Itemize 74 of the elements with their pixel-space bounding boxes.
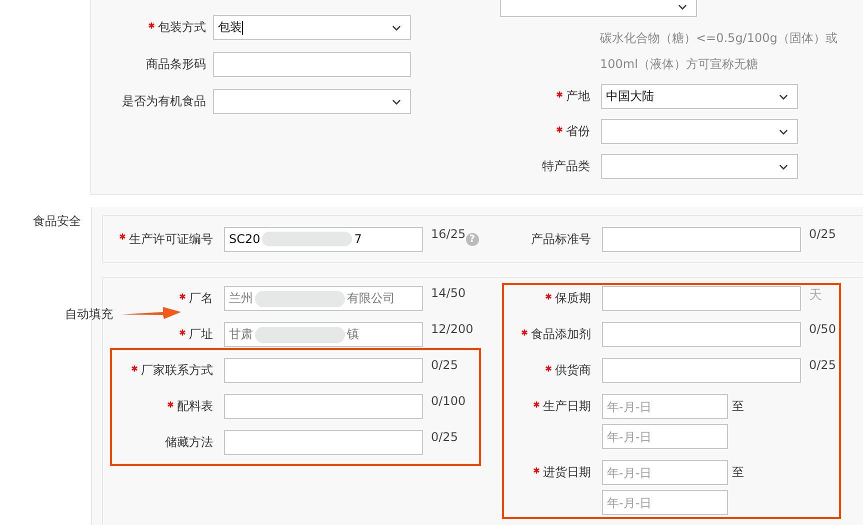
character-counter: 12/200 bbox=[431, 322, 474, 336]
field-label: 进货日期 bbox=[543, 464, 591, 481]
input-field[interactable] bbox=[602, 286, 801, 311]
chevron-down-icon bbox=[392, 25, 401, 31]
range-separator: 至 bbox=[732, 464, 744, 481]
hint-text: 100ml（液体）方可宣称无糖 bbox=[600, 56, 759, 73]
select-field[interactable]: 包装 bbox=[213, 15, 411, 40]
required-icon bbox=[167, 400, 174, 408]
required-icon bbox=[556, 90, 563, 98]
range-separator: 至 bbox=[732, 398, 744, 415]
field-label: 厂名 bbox=[189, 290, 213, 307]
chevron-down-icon bbox=[779, 129, 788, 135]
field-label: 生产许可证编号 bbox=[129, 230, 213, 248]
character-counter: 16/25 bbox=[431, 226, 466, 240]
input-field[interactable] bbox=[602, 226, 801, 252]
character-counter: 0/100 bbox=[431, 394, 466, 408]
field-label: 生产日期 bbox=[543, 398, 591, 415]
input-field[interactable] bbox=[602, 358, 801, 383]
required-icon bbox=[148, 22, 155, 28]
input-field[interactable] bbox=[213, 52, 411, 77]
input-field[interactable]: 兰州 有限公司 bbox=[224, 286, 423, 311]
required-icon bbox=[179, 328, 186, 336]
select-field[interactable]: 中国大陆 bbox=[601, 84, 798, 109]
input-field[interactable] bbox=[224, 358, 423, 383]
field-label: 保质期 bbox=[555, 290, 591, 307]
date-field[interactable]: 年-月-日 bbox=[602, 460, 728, 485]
field-label: 产地 bbox=[566, 88, 590, 105]
field-label: 省份 bbox=[566, 123, 590, 140]
select-field[interactable] bbox=[601, 154, 798, 179]
date-field[interactable]: 年-月-日 bbox=[602, 394, 728, 419]
required-icon bbox=[545, 364, 552, 372]
character-counter: 14/50 bbox=[431, 286, 466, 300]
input-field[interactable]: SC20 7 bbox=[224, 226, 423, 252]
date-field[interactable]: 年-月-日 bbox=[602, 490, 728, 515]
field-label: 产品标准号 bbox=[531, 230, 591, 248]
required-icon bbox=[533, 466, 540, 474]
select-field[interactable] bbox=[601, 119, 798, 144]
field-label: 配料表 bbox=[177, 398, 213, 415]
chevron-down-icon bbox=[392, 99, 401, 105]
character-counter: 0/50 bbox=[809, 322, 836, 336]
date-field[interactable]: 年-月-日 bbox=[602, 424, 728, 449]
chevron-down-icon bbox=[678, 4, 687, 10]
character-counter: 0/25 bbox=[431, 358, 458, 372]
input-field[interactable] bbox=[224, 394, 423, 419]
required-icon bbox=[556, 126, 563, 132]
required-icon bbox=[119, 233, 126, 240]
character-counter: 0/25 bbox=[809, 358, 836, 372]
required-icon bbox=[179, 292, 186, 300]
character-counter: 0/25 bbox=[431, 430, 458, 444]
field-label: 厂家联系方式 bbox=[141, 362, 213, 379]
field-label: 特产品类 bbox=[542, 158, 590, 175]
hint-text: 碳水化合物（糖）<=0.5g/100g（固体）或 bbox=[600, 30, 838, 47]
chevron-down-icon bbox=[779, 164, 788, 170]
select-field[interactable] bbox=[500, 0, 697, 17]
chevron-down-icon bbox=[779, 94, 788, 100]
required-icon bbox=[521, 328, 528, 336]
input-field[interactable]: 甘肃 镇 bbox=[224, 322, 423, 347]
field-label: 商品条形码 bbox=[146, 56, 206, 73]
annotation-text: 自动填充 bbox=[65, 306, 113, 323]
field-label: 厂址 bbox=[189, 326, 213, 343]
required-icon bbox=[533, 400, 540, 408]
character-counter: 0/25 bbox=[809, 226, 836, 240]
field-label: 储藏方法 bbox=[165, 434, 213, 451]
field-label: 供货商 bbox=[555, 362, 591, 379]
select-field[interactable] bbox=[213, 89, 411, 114]
unit-label: 天 bbox=[809, 287, 822, 304]
section-title: 食品安全 bbox=[33, 214, 81, 228]
field-label: 包装方式 bbox=[158, 19, 206, 36]
field-label: 食品添加剂 bbox=[531, 326, 591, 343]
field-label: 是否为有机食品 bbox=[122, 93, 206, 110]
input-field[interactable] bbox=[224, 430, 423, 455]
required-icon bbox=[131, 364, 138, 372]
input-field[interactable] bbox=[602, 322, 801, 347]
required-icon bbox=[545, 292, 552, 300]
